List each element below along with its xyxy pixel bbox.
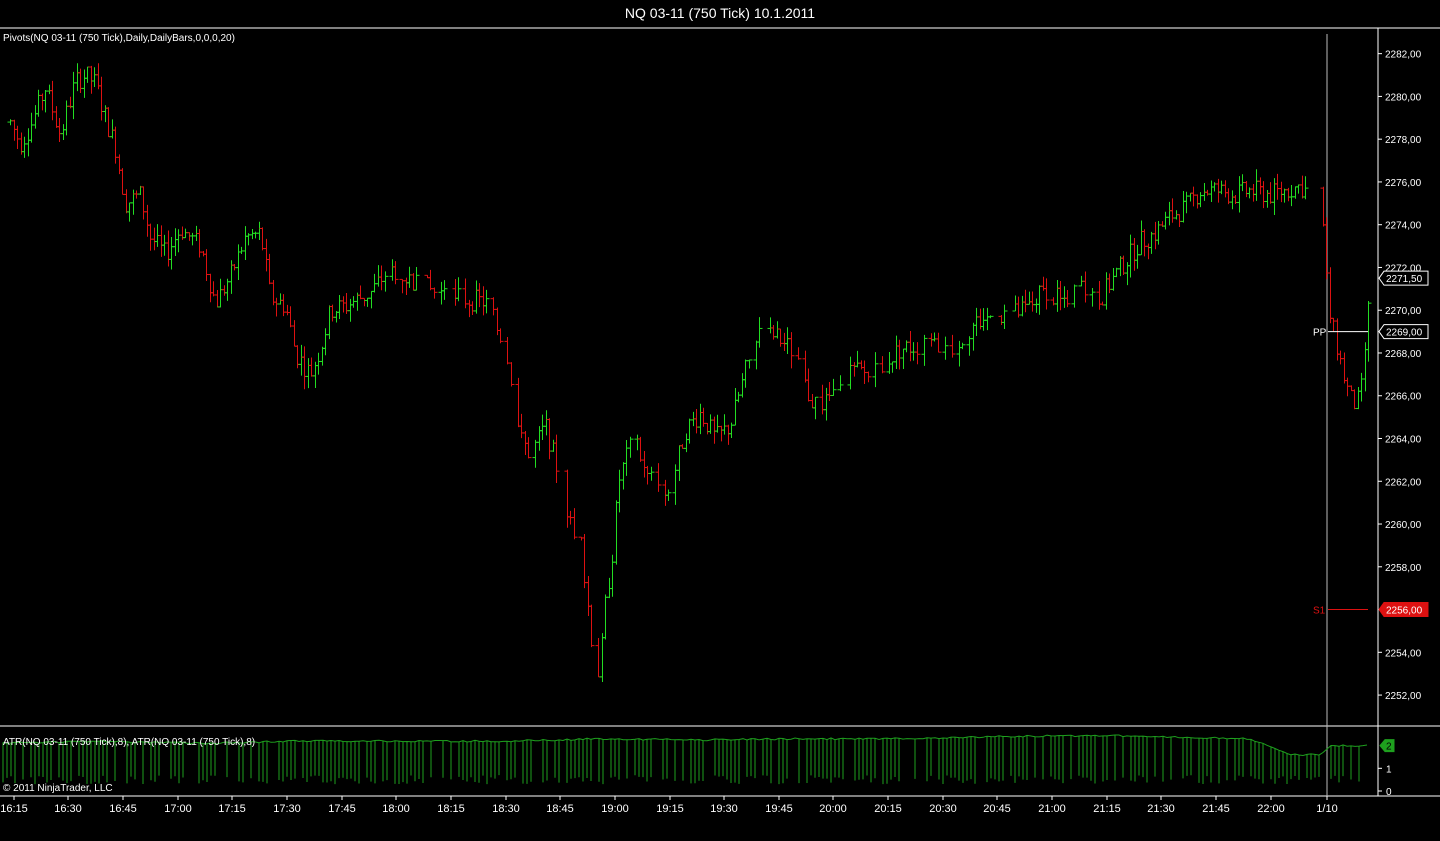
time-tick-label: 18:15 bbox=[437, 803, 465, 815]
time-tick-label: 19:00 bbox=[601, 803, 629, 815]
price-tick-label: 2266,00 bbox=[1385, 392, 1422, 403]
time-tick-label: 20:30 bbox=[929, 803, 957, 815]
time-tick-label: 21:45 bbox=[1202, 803, 1230, 815]
time-axis: 16:15 16:30 16:45 17:00 17:15 17:30 17:45 18:00… bbox=[0, 796, 1338, 815]
price-axis: 2252,00 2254,00 2256,00 2258,00 2260,00 2262,… bbox=[1378, 50, 1429, 702]
price-tick-label: 2262,00 bbox=[1385, 477, 1422, 488]
time-tick-label: 18:30 bbox=[492, 803, 520, 815]
time-tick-label: 19:30 bbox=[710, 803, 738, 815]
last-price-badge-text: 2271,50 bbox=[1386, 274, 1423, 285]
price-bars bbox=[7, 63, 1372, 683]
time-tick-label: 19:45 bbox=[765, 803, 793, 815]
chart-canvas[interactable]: PP S1 2252,00 2254,00 2256,00 2258,00 2260,00… bbox=[0, 0, 1440, 841]
time-tick-label: 18:00 bbox=[382, 803, 410, 815]
pivot-pp-badge-text: 2269,00 bbox=[1386, 328, 1423, 339]
time-tick-label: 18:45 bbox=[546, 803, 574, 815]
price-tick-label: 2276,00 bbox=[1385, 178, 1422, 189]
time-tick-label: 17:30 bbox=[273, 803, 301, 815]
atr-last-badge-text: 2 bbox=[1386, 742, 1392, 753]
time-tick-label: 19:15 bbox=[656, 803, 684, 815]
price-tick-label: 2282,00 bbox=[1385, 50, 1422, 61]
time-tick-label: 17:15 bbox=[218, 803, 246, 815]
price-tick-label: 2270,00 bbox=[1385, 306, 1422, 317]
time-tick-label: 16:15 bbox=[0, 803, 28, 815]
pivot-pp-label: PP bbox=[1313, 328, 1327, 339]
time-tick-label: 1/10 bbox=[1316, 803, 1337, 815]
price-tick-label: 2278,00 bbox=[1385, 135, 1422, 146]
pivot-s1-badge-text: 2256,00 bbox=[1386, 606, 1423, 617]
time-tick-label: 20:00 bbox=[819, 803, 847, 815]
time-tick-label: 21:30 bbox=[1147, 803, 1175, 815]
time-tick-label: 17:00 bbox=[164, 803, 192, 815]
price-tick-label: 2264,00 bbox=[1385, 435, 1422, 446]
atr-indicator-label: ATR(NQ 03-11 (750 Tick),8), ATR(NQ 03-11… bbox=[3, 737, 256, 748]
time-tick-label: 20:45 bbox=[983, 803, 1011, 815]
price-tick-label: 2274,00 bbox=[1385, 221, 1422, 232]
time-tick-label: 16:30 bbox=[54, 803, 82, 815]
price-tick-label: 2260,00 bbox=[1385, 520, 1422, 531]
time-tick-label: 22:00 bbox=[1257, 803, 1285, 815]
price-tick-label: 2280,00 bbox=[1385, 92, 1422, 103]
time-tick-label: 17:45 bbox=[328, 803, 356, 815]
pivots-indicator-label: Pivots(NQ 03-11 (750 Tick),Daily,DailyBa… bbox=[3, 33, 235, 44]
time-tick-label: 21:15 bbox=[1093, 803, 1121, 815]
price-tick-label: 2258,00 bbox=[1385, 563, 1422, 574]
atr-axis: 0 1 2 bbox=[1378, 739, 1395, 798]
atr-tick-label: 1 bbox=[1386, 764, 1392, 775]
atr-tick-label: 0 bbox=[1386, 787, 1392, 798]
price-tick-label: 2268,00 bbox=[1385, 349, 1422, 360]
s1-label: S1 bbox=[1313, 606, 1326, 617]
time-tick-label: 21:00 bbox=[1038, 803, 1066, 815]
copyright-label: © 2011 NinjaTrader, LLC bbox=[3, 783, 113, 794]
price-tick-label: 2254,00 bbox=[1385, 648, 1422, 659]
time-tick-label: 20:15 bbox=[874, 803, 902, 815]
price-tick-label: 2252,00 bbox=[1385, 691, 1422, 702]
time-tick-label: 16:45 bbox=[109, 803, 137, 815]
